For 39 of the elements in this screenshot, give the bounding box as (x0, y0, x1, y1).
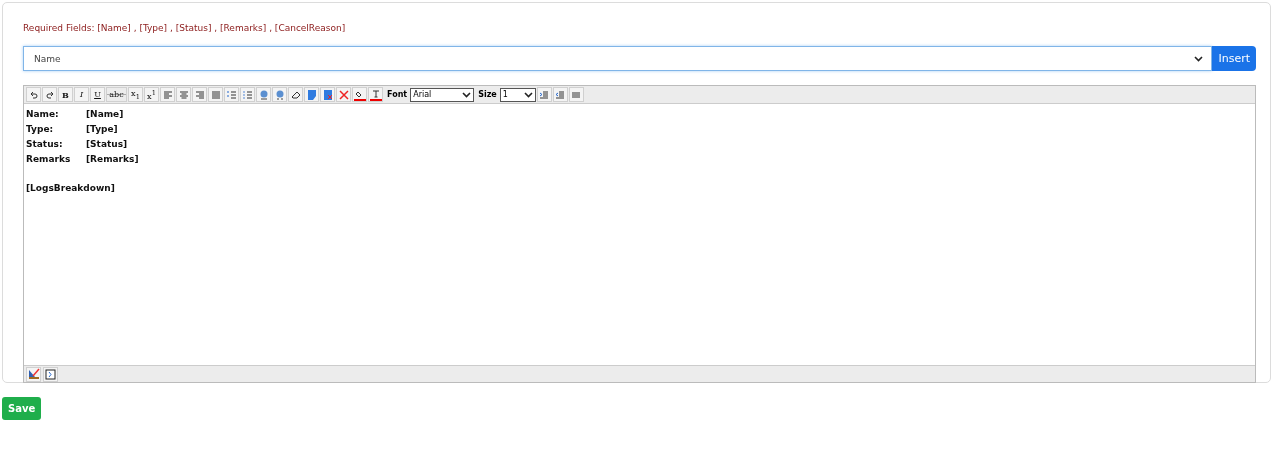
dropdown[interactable]: Arial (410, 87, 475, 102)
chevron-down-icon (462, 91, 472, 98)
toolbar-button[interactable] (42, 87, 57, 102)
format-button[interactable]: x$^{1}$ (144, 87, 159, 102)
flag-remove-icon (321, 88, 334, 101)
text-color-icon (369, 88, 382, 101)
bullet-list-icon (241, 88, 254, 101)
format-button[interactable]: U (90, 87, 105, 102)
template-placeholder: [Name] (86, 108, 124, 119)
pencil-icon (27, 368, 40, 380)
flag-icon (305, 88, 318, 101)
insert-button[interactable]: Insert (1212, 46, 1256, 71)
chevron-down-icon (1194, 55, 1204, 62)
editor-body[interactable]: Name: [Name] Type: [Type] Status: [Status] Remarks [Remarks] [LogsBreakdown] (24, 104, 1255, 365)
close-icon (337, 88, 350, 101)
outdent-icon (554, 88, 567, 101)
format-button[interactable]: abc (106, 87, 127, 102)
template-placeholder: [Status] (86, 138, 128, 149)
format-button[interactable]: B (58, 87, 73, 102)
chevron-down-icon (523, 91, 533, 98)
template-label: Status: (26, 138, 64, 149)
toolbar-button[interactable] (26, 366, 41, 382)
template-placeholder: [Remarks] (86, 153, 139, 164)
indent-icon (538, 88, 551, 101)
format-button[interactable]: I (74, 87, 89, 102)
field-select[interactable]: Name (23, 46, 1213, 71)
toolbar-button[interactable] (26, 87, 41, 102)
dropdown-label: Font (387, 90, 408, 99)
dropdown-label: Size (478, 90, 497, 99)
template-label: [LogsBreakdown] (26, 183, 115, 193)
toolbar-button[interactable] (288, 87, 303, 102)
dropdown[interactable]: 1 (499, 87, 536, 102)
template-label: Type: (26, 123, 55, 134)
html-view-icon (45, 368, 56, 380)
format-button[interactable]: x$_{1}$ (128, 87, 143, 102)
template-label: Remarks (26, 153, 72, 164)
template-label: Name: (26, 108, 60, 119)
required-fields-note: Required Fields: [Name] , [Type] , [Status] , [Remarks] , [CancelReason] (23, 23, 347, 33)
template-placeholder: [Type] (86, 123, 118, 134)
